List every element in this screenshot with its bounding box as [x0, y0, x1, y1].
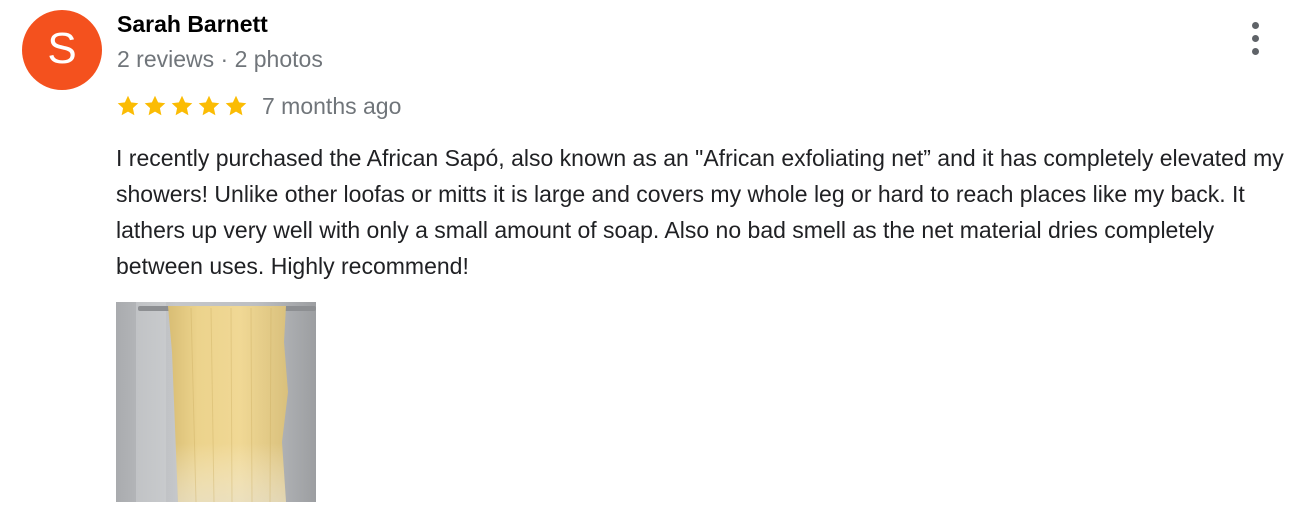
- rating-row: 7 months ago: [116, 92, 401, 120]
- avatar[interactable]: S: [22, 10, 102, 90]
- star-icon: [116, 94, 140, 118]
- star-icon: [170, 94, 194, 118]
- review-card: S Sarah Barnett 2 reviews · 2 photos 7 m…: [0, 0, 1304, 514]
- menu-dot: [1252, 48, 1259, 55]
- photo-thumbnail: [116, 302, 316, 502]
- author-meta: 2 reviews · 2 photos: [117, 46, 323, 72]
- menu-dot: [1252, 35, 1259, 42]
- review-text: I recently purchased the African Sapó, a…: [116, 145, 1284, 279]
- more-vert-icon[interactable]: [1240, 16, 1272, 60]
- author-name[interactable]: Sarah Barnett: [117, 10, 268, 38]
- review-photo[interactable]: [116, 302, 316, 502]
- menu-dot: [1252, 22, 1259, 29]
- star-icon: [143, 94, 167, 118]
- star-icon: [197, 94, 221, 118]
- star-icon: [224, 94, 248, 118]
- review-date: 7 months ago: [262, 93, 402, 119]
- star-rating: [116, 94, 251, 118]
- avatar-initial: S: [47, 24, 77, 73]
